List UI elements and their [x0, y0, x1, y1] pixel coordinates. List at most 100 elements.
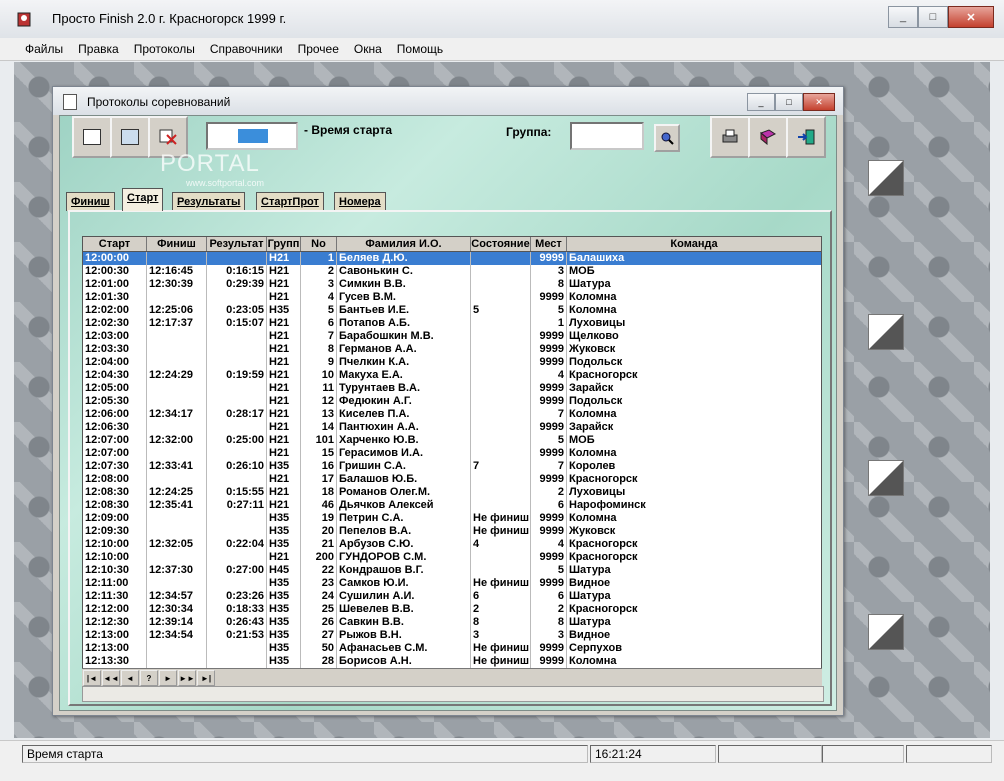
table-row[interactable]: 12:13:00 12:34:54 0:21:53 Н35 27 Рыжов В.Н. 3 3…: [83, 629, 821, 642]
nav-button[interactable]: ►|: [197, 670, 215, 686]
close-button[interactable]: ✕: [948, 6, 994, 28]
table-row[interactable]: 12:11:30 12:34:57 0:23:26 Н35 24 Сушилин А.И.…: [83, 590, 821, 603]
table-cell: 12:07:30: [83, 460, 147, 473]
child-maximize-button[interactable]: □: [775, 93, 803, 111]
nav-button[interactable]: ◄: [121, 670, 139, 686]
table-row[interactable]: 12:04:00 Н21 9 Пчелкин К.А. 9999 Подольск: [83, 356, 821, 369]
table-row[interactable]: 12:06:00 12:34:17 0:28:17 Н21 13 Киселев П.А.…: [83, 408, 821, 421]
table-row[interactable]: 12:03:00 Н21 7 Барабошкин М.В. 9999 Щелково: [83, 330, 821, 343]
start-time-selection: [238, 129, 268, 143]
menu-item[interactable]: Правка: [70, 42, 126, 56]
start-time-field[interactable]: [206, 122, 298, 150]
table-row[interactable]: 12:11:00 Н35 23 Самков Ю.И. Не финиш 9999 Видн…: [83, 577, 821, 590]
table-row[interactable]: 12:02:30 12:17:37 0:15:07 Н21 6 Потапов А.Б. 1…: [83, 317, 821, 330]
table-cell: Бантьев И.Е.: [337, 304, 471, 317]
table-cell: 12:12:30: [83, 616, 147, 629]
edit-record-button[interactable]: [110, 116, 150, 158]
table-row[interactable]: 12:00:30 12:16:45 0:16:15 Н21 2 Савонькин С. 3…: [83, 265, 821, 278]
table-row[interactable]: 12:12:00 12:30:34 0:18:33 Н35 25 Шевелев В.В.…: [83, 603, 821, 616]
table-cell: 12:06:00: [83, 408, 147, 421]
table-row[interactable]: 12:08:30 12:35:41 0:27:11 Н21 46 Дьячков Алек…: [83, 499, 821, 512]
table-cell: 12:11:30: [83, 590, 147, 603]
tab-4[interactable]: Номера: [334, 192, 386, 211]
table-row[interactable]: 12:09:30 Н35 20 Пепелов В.А. Не финиш 9999 Жук…: [83, 525, 821, 538]
results-grid[interactable]: Старт Финиш Результат Групп No Фамилия И.О. Со…: [82, 236, 822, 694]
column-header[interactable]: No: [301, 237, 337, 251]
table-row[interactable]: 12:01:30 Н21 4 Гусев В.М. 9999 Коломна: [83, 291, 821, 304]
table-row[interactable]: 12:07:30 12:33:41 0:26:10 Н35 16 Гришин С.А. 7…: [83, 460, 821, 473]
table-row[interactable]: 12:09:00 Н35 19 Петрин С.А. Не финиш 9999 Коло…: [83, 512, 821, 525]
table-cell: 12:39:14: [147, 616, 207, 629]
table-row[interactable]: 12:08:00 Н21 17 Балашов Ю.Б. 9999 Красногорск: [83, 473, 821, 486]
child-close-button[interactable]: ✕: [803, 93, 835, 111]
table-cell: 16: [301, 460, 337, 473]
table-cell: 12:04:00: [83, 356, 147, 369]
maximize-button[interactable]: □: [918, 6, 948, 28]
table-row[interactable]: 12:12:30 12:39:14 0:26:43 Н35 26 Савкин В.В. 8…: [83, 616, 821, 629]
table-cell: 12:10:00: [83, 551, 147, 564]
column-header[interactable]: Состояние: [471, 237, 531, 251]
table-cell: 46: [301, 499, 337, 512]
table-cell: Пчелкин К.А.: [337, 356, 471, 369]
table-cell: 9999: [531, 525, 567, 538]
book-button[interactable]: [748, 116, 788, 158]
table-row[interactable]: 12:13:30 Н35 28 Борисов А.Н. Не финиш 9999 Кол…: [83, 655, 821, 668]
table-cell: 0:29:39: [207, 278, 267, 291]
table-row[interactable]: 12:13:00 Н35 50 Афанасьев С.М. Не финиш 9999 С…: [83, 642, 821, 655]
status-pane: [718, 745, 822, 763]
menu-item[interactable]: Прочее: [290, 42, 346, 56]
table-cell: 12:32:00: [147, 434, 207, 447]
table-cell: Харченко Ю.В.: [337, 434, 471, 447]
status-pane: [822, 745, 904, 763]
nav-button[interactable]: ►: [159, 670, 177, 686]
table-row[interactable]: 12:10:00 Н21 200 ГУНДОРОВ С.М. 9999 Красногор…: [83, 551, 821, 564]
table-cell: Коломна: [569, 304, 617, 316]
column-header[interactable]: Финиш: [147, 237, 207, 251]
table-cell: 14: [301, 421, 337, 434]
table-row[interactable]: 12:00:00 Н21 1 Беляев Д.Ю. 9999 Балашиха: [83, 252, 821, 265]
menu-item[interactable]: Окна: [346, 42, 389, 56]
table-row[interactable]: 12:05:00 Н21 11 Турунтаев В.А. 9999 Зарайск: [83, 382, 821, 395]
table-row[interactable]: 12:04:30 12:24:29 0:19:59 Н21 10 Макуха Е.А. 4…: [83, 369, 821, 382]
group-lookup-button[interactable]: [654, 124, 680, 152]
table-row[interactable]: 12:08:30 12:24:25 0:15:55 Н21 18 Романов Олег…: [83, 486, 821, 499]
table-row[interactable]: 12:10:30 12:37:30 0:27:00 Н45 22 Кондрашов В.…: [83, 564, 821, 577]
minimize-button[interactable]: _: [888, 6, 918, 28]
table-cell: Жуковск: [569, 343, 616, 355]
table-row[interactable]: 12:10:00 12:32:05 0:22:04 Н35 21 Арбузов С.Ю.…: [83, 538, 821, 551]
tab-3[interactable]: СтартПрот: [256, 192, 324, 211]
nav-button[interactable]: ◄◄: [102, 670, 120, 686]
tab-0[interactable]: Финиш: [66, 192, 115, 211]
column-header[interactable]: Результат: [207, 237, 267, 251]
column-header[interactable]: Старт: [83, 237, 147, 251]
new-record-button[interactable]: [72, 116, 112, 158]
column-header[interactable]: Команда: [567, 237, 821, 251]
nav-button[interactable]: |◄: [83, 670, 101, 686]
menu-item[interactable]: Файлы: [0, 42, 70, 56]
table-row[interactable]: 12:06:30 Н21 14 Пантюхин А.А. 9999 Зарайск: [83, 421, 821, 434]
tab-1[interactable]: Старт: [122, 188, 164, 211]
nav-button[interactable]: ►►: [178, 670, 196, 686]
menu-item[interactable]: Помощь: [389, 42, 450, 56]
column-header[interactable]: Групп: [267, 237, 301, 251]
column-header[interactable]: Мест: [531, 237, 567, 251]
horizontal-scrollbar[interactable]: [82, 686, 824, 702]
table-row[interactable]: 12:01:00 12:30:39 0:29:39 Н21 3 Симкин В.В. 8 Ш…: [83, 278, 821, 291]
exit-button[interactable]: [786, 116, 826, 158]
column-header[interactable]: Фамилия И.О.: [337, 237, 471, 251]
table-cell: Шатура: [569, 616, 611, 628]
table-cell: [471, 395, 531, 408]
table-row[interactable]: 12:07:00 Н21 15 Герасимов И.А. 9999 Коломна: [83, 447, 821, 460]
group-field[interactable]: [570, 122, 644, 150]
menu-item[interactable]: Справочники: [202, 42, 290, 56]
tab-2[interactable]: Результаты: [172, 192, 246, 211]
child-minimize-button[interactable]: _: [747, 93, 775, 111]
table-cell: [147, 382, 207, 395]
table-row[interactable]: 12:07:00 12:32:00 0:25:00 Н21 101 Харченко Ю.…: [83, 434, 821, 447]
table-row[interactable]: 12:03:30 Н21 8 Германов А.А. 9999 Жуковск: [83, 343, 821, 356]
table-row[interactable]: 12:02:00 12:25:06 0:23:05 Н35 5 Бантьев И.Е. 5…: [83, 304, 821, 317]
nav-button[interactable]: ?: [140, 670, 158, 686]
menu-item[interactable]: Протоколы: [126, 42, 202, 56]
table-row[interactable]: 12:05:30 Н21 12 Федюкин А.Г. 9999 Подольск: [83, 395, 821, 408]
print-button[interactable]: [710, 116, 750, 158]
